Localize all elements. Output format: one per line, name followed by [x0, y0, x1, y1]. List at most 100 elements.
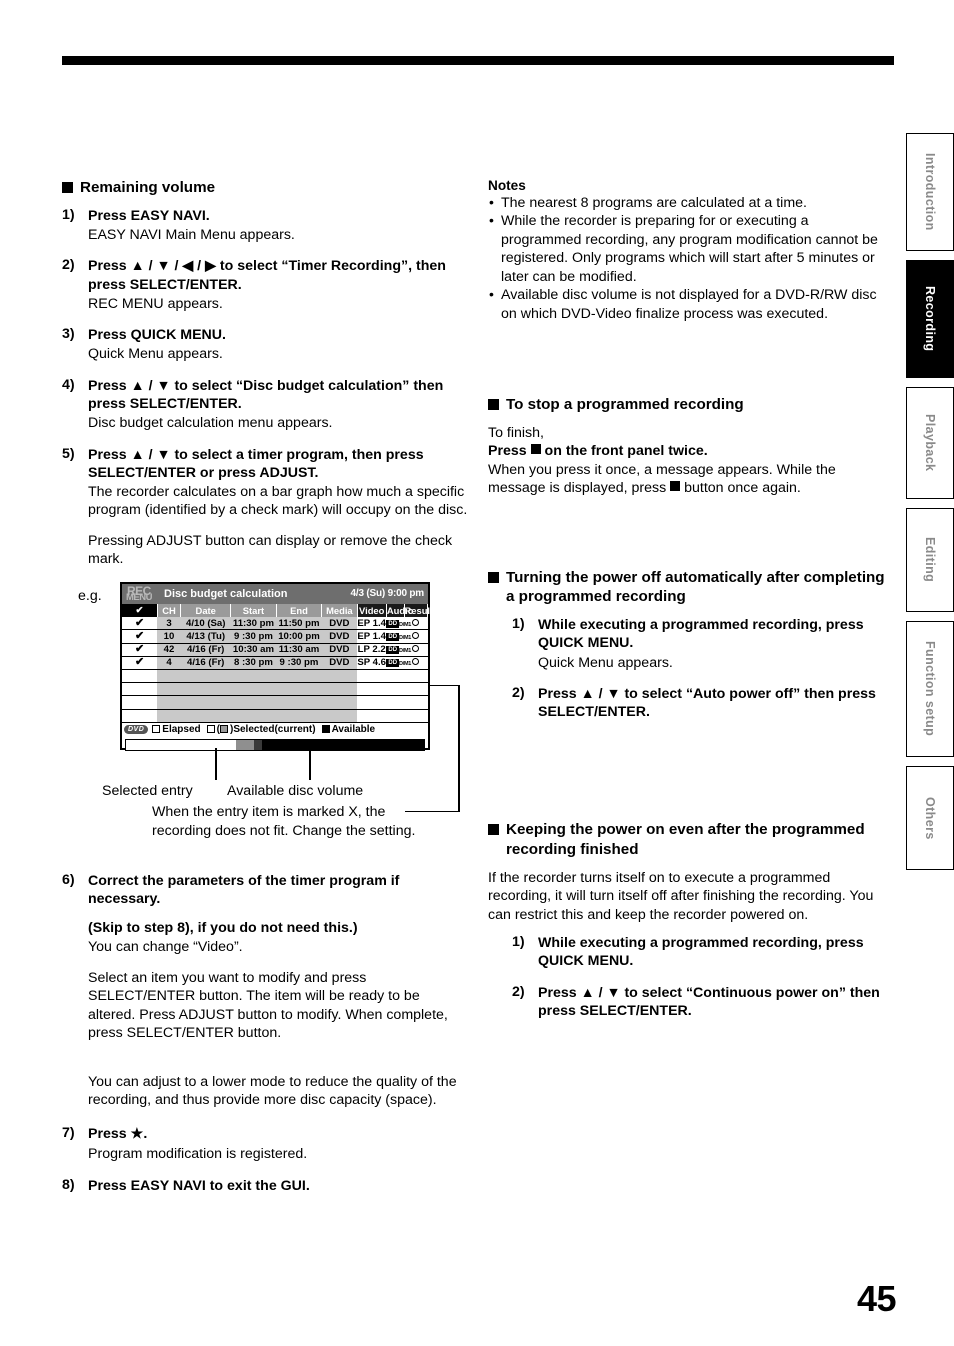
table-row-empty[interactable] — [122, 682, 428, 697]
table-row-empty[interactable] — [122, 695, 428, 710]
stop-line-2: Press on the front panel twice. — [488, 443, 708, 460]
cell-end: 11:50 pm — [276, 616, 322, 631]
step-number: 1) — [62, 206, 75, 223]
cell-ch — [157, 682, 181, 697]
cell-check — [122, 682, 158, 697]
cell-check[interactable]: ✔ — [122, 629, 158, 644]
leader-line-result-bottom — [405, 810, 460, 813]
cell-end: 11:30 am — [276, 643, 322, 657]
check-icon: ✔ — [135, 616, 145, 629]
cell-ch — [157, 669, 181, 684]
step-6: 6) Correct the parameters of the timer p… — [62, 872, 468, 1110]
step-title: Press EASY NAVI. — [88, 207, 210, 224]
cell-audio — [386, 669, 404, 684]
stop-line-1: To finish, — [488, 424, 544, 441]
result-ok-icon — [412, 618, 420, 626]
legend-swatch-available-icon — [321, 725, 330, 734]
sidebar-item-label: Others — [923, 796, 937, 840]
step-number: 8) — [62, 1177, 75, 1194]
cell-end: 10:00 pm — [276, 629, 322, 644]
dvd-media-badge: DVD — [124, 725, 149, 735]
bullet-icon: • — [489, 194, 494, 210]
screen-clock: 4/3 (Su) 9:00 pm — [350, 588, 425, 600]
step-5: 5) Press ▲ / ▼ to select a timer program… — [62, 446, 468, 569]
cell-video: EP 1.4 — [357, 629, 387, 644]
caption-x-note-line1: When the entry item is marked X, the — [152, 803, 386, 820]
cell-check[interactable]: ✔ — [122, 656, 158, 671]
section-auto-power-off: Turning the power off automatically afte… — [488, 568, 892, 608]
cell-audio — [386, 682, 404, 697]
step-title: Press ★. — [88, 1126, 148, 1143]
section-marker-icon — [488, 571, 499, 583]
table-row[interactable]: ✔ 10 4/13 (Tu) 9 :30 pm 10:00 pm DVD EP … — [122, 629, 428, 644]
step-7: 7) Press ★. Program modification is regi… — [62, 1125, 468, 1163]
cell-date — [180, 695, 231, 710]
sidebar-item-others[interactable]: Others — [906, 766, 954, 870]
section-title-text: Remaining volume — [80, 179, 216, 196]
cell-check[interactable]: ✔ — [122, 616, 158, 631]
cell-result — [404, 709, 428, 723]
step-1: 1) Press EASY NAVI. EASY NAVI Main Menu … — [62, 207, 468, 245]
step-body-3: You can adjust to a lower mode to reduce… — [88, 1073, 457, 1108]
section-title-text: To stop a programmed recording — [506, 396, 744, 414]
dolby-digital-icon: DD — [386, 619, 400, 628]
cell-start — [230, 695, 277, 710]
step-body: The recorder calculates on a bar graph h… — [88, 483, 468, 519]
result-ok-icon — [412, 658, 420, 666]
step-title: While executing a programmed recording, … — [538, 617, 864, 652]
right-column: Notes • The nearest 8 programs are calcul… — [488, 178, 892, 1033]
header-rule — [62, 56, 894, 65]
sidebar-item-introduction[interactable]: Introduction — [906, 133, 954, 251]
sidebar-item-label: Introduction — [923, 153, 937, 231]
col-header-ch: CH — [157, 603, 182, 617]
cell-video: LP 2.2 — [357, 643, 387, 657]
dolby-digital-icon: DD — [386, 646, 400, 655]
col-header-date: Date — [180, 603, 232, 617]
sidebar-item-editing[interactable]: Editing — [906, 508, 954, 612]
rec-menu-logo-line2: MENU — [126, 591, 152, 603]
cell-video — [357, 682, 387, 697]
section-marker-icon — [488, 824, 499, 836]
bullet-icon: • — [489, 286, 494, 303]
col-header-audio: Audio — [386, 603, 414, 617]
step-body: REC MENU appears. — [88, 295, 223, 312]
stop-button-icon — [670, 481, 681, 492]
table-row[interactable]: ✔ 3 4/10 (Sa) 11:30 pm 11:50 pm DVD EP 1… — [122, 616, 428, 631]
leader-line-result-horiz — [430, 684, 460, 687]
cell-check — [122, 709, 158, 723]
step-4: 4) Press ▲ / ▼ to select “Disc budget ca… — [62, 377, 468, 433]
cell-video: EP 1.4 — [357, 616, 387, 631]
table-row[interactable]: ✔ 4 4/16 (Fr) 8 :30 pm 9 :30 pm DVD SP 4… — [122, 656, 428, 671]
sidebar-item-recording[interactable]: Recording — [906, 260, 954, 378]
step-title: Press ▲ / ▼ to select a timer program, t… — [88, 446, 424, 481]
budget-table: ✔ CH Date Start End Media Video Audio Re… — [122, 603, 434, 723]
col-header-video: Video — [357, 603, 387, 617]
step-body: You can change “Video”. — [88, 939, 243, 956]
table-row-empty[interactable] — [122, 669, 428, 684]
cell-audio — [386, 709, 404, 723]
dolby-digital-icon: DD — [386, 633, 400, 642]
legend-elapsed: Elapsed — [152, 724, 201, 735]
sidebar-item-function-setup[interactable]: Function setup — [906, 621, 954, 757]
cell-start — [230, 682, 277, 697]
cell-date — [180, 682, 231, 697]
step-title: While executing a programmed recording, … — [538, 935, 864, 970]
keeppower-step-1: 1) While executing a programmed recordin… — [512, 934, 892, 970]
table-row[interactable]: ✔ 42 4/16 (Fr) 10:30 am 11:30 am DVD LP … — [122, 643, 428, 657]
cell-end — [276, 682, 322, 697]
notes-title: Notes — [488, 178, 526, 193]
cell-ch — [157, 709, 181, 723]
stop-button-icon — [530, 444, 541, 455]
col-header-result: Result — [404, 603, 434, 617]
step-number: 2) — [62, 257, 75, 274]
cell-end — [276, 669, 322, 684]
table-row-empty[interactable] — [122, 709, 428, 723]
caption-x-note-line2: recording does not fit. Change the setti… — [152, 822, 416, 839]
cell-audio: DD D/M1 — [386, 629, 411, 644]
cell-ch: 3 — [157, 616, 181, 631]
cell-start — [230, 709, 277, 723]
section-title-text: Keeping the power on even after the prog… — [506, 821, 865, 859]
sidebar-item-playback[interactable]: Playback — [906, 387, 954, 499]
cell-check[interactable]: ✔ — [122, 643, 158, 657]
bullet-icon: • — [489, 212, 494, 229]
